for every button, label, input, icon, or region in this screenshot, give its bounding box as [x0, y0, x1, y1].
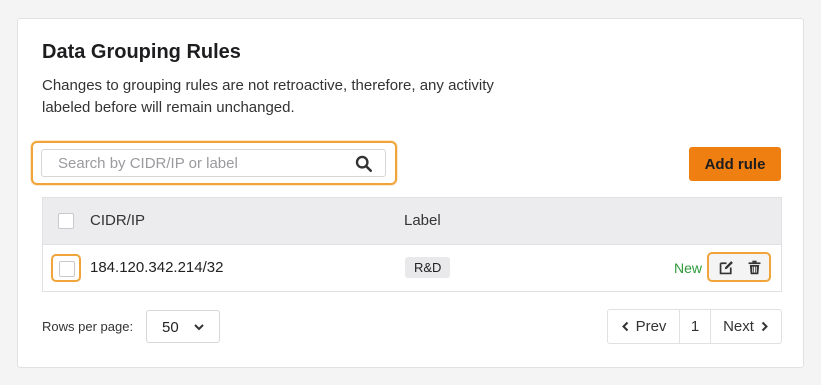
search-icon[interactable] [355, 155, 373, 173]
select-all-checkbox[interactable] [58, 213, 74, 229]
table-header: CIDR/IP Label [43, 198, 781, 245]
next-page-button[interactable]: Next [711, 310, 781, 343]
add-rule-button[interactable]: Add rule [689, 147, 781, 181]
status-new: New [674, 260, 703, 276]
chevron-down-icon [194, 324, 204, 331]
chevron-right-icon [761, 321, 768, 332]
search-input[interactable] [56, 154, 340, 173]
rows-per-page-label: Rows per page: [42, 319, 134, 334]
table-row: 184.120.342.214/32 R&D New [43, 244, 781, 291]
row-cidr: 184.120.342.214/32 [90, 259, 224, 276]
trash-icon[interactable] [746, 259, 763, 276]
rows-per-page-value: 50 [162, 319, 179, 336]
chevron-left-icon [621, 321, 628, 332]
rules-table: CIDR/IP Label 184.120.342.214/32 R&D New [42, 197, 782, 292]
panel-description: Changes to grouping rules are not retroa… [42, 77, 494, 116]
search-box[interactable] [41, 149, 386, 177]
panel-title: Data Grouping Rules [42, 41, 241, 63]
column-header-label[interactable]: Label [404, 212, 441, 229]
search-focus-ring [31, 141, 397, 185]
next-label: Next [723, 318, 754, 335]
row-checkbox-focus-ring [51, 254, 81, 282]
column-header-cidr[interactable]: CIDR/IP [90, 212, 145, 229]
row-checkbox[interactable] [59, 261, 75, 277]
prev-label: Prev [635, 318, 667, 335]
label-badge: R&D [405, 257, 451, 278]
pagination: Prev 1 Next [607, 309, 782, 344]
prev-page-button[interactable]: Prev [608, 310, 680, 343]
rules-panel: Data Grouping Rules Changes to grouping … [17, 18, 804, 368]
edit-icon[interactable] [718, 259, 735, 276]
row-actions [707, 252, 771, 282]
rows-per-page-select[interactable]: 50 [146, 310, 220, 343]
page-number-button[interactable]: 1 [680, 310, 711, 343]
